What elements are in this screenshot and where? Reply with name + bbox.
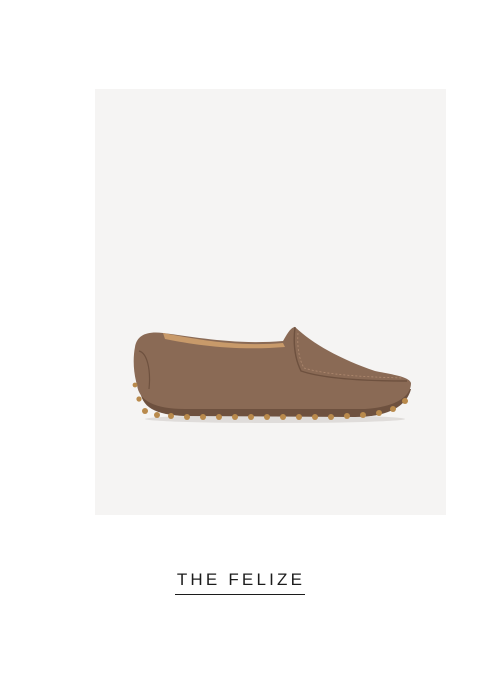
product-image-link[interactable] [95,89,446,515]
product-name-container: THE FELIZE [0,570,480,595]
product-name-link[interactable]: THE FELIZE [174,570,306,595]
product-image [132,326,412,423]
product-card: THE FELIZE [0,0,480,683]
